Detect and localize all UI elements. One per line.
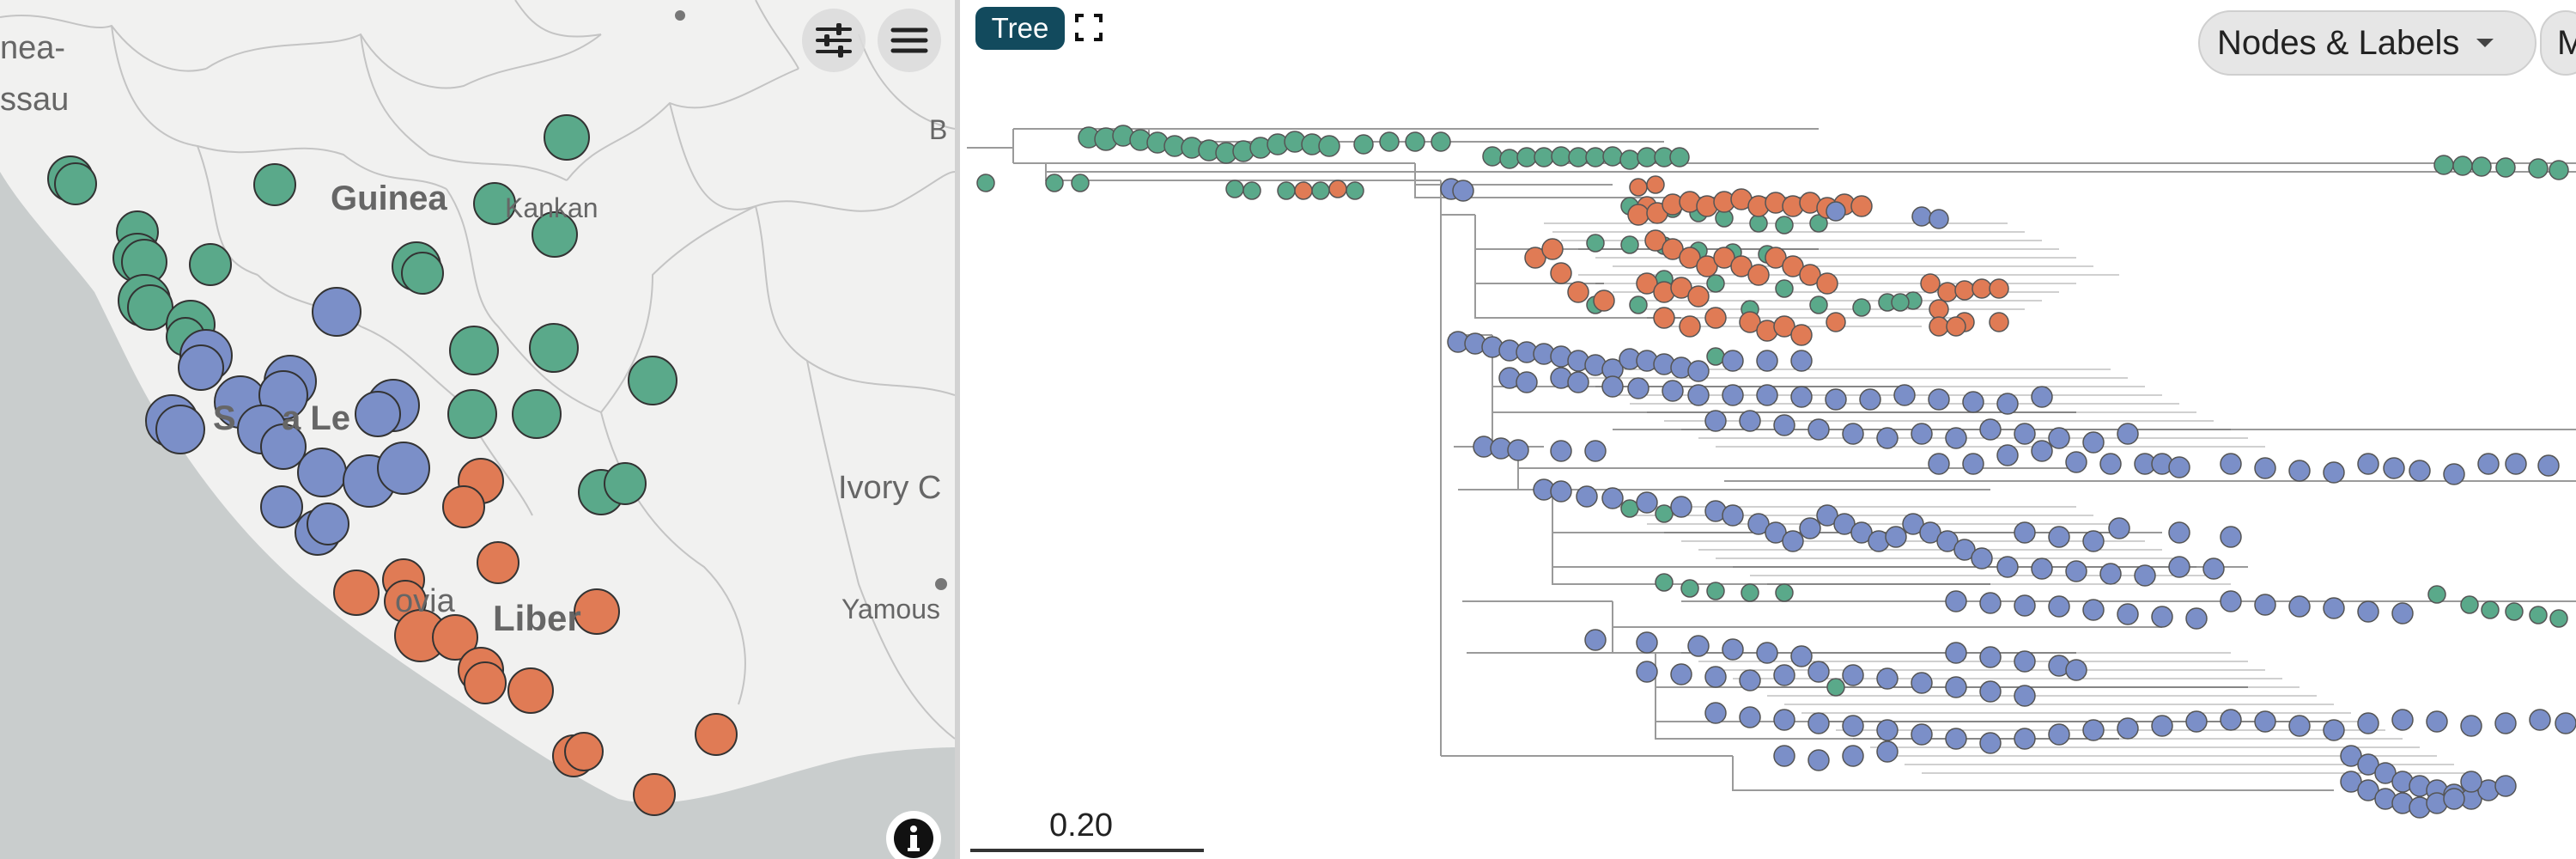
scale-bar [970, 849, 1204, 852]
label-kankan: Kankan [505, 192, 598, 223]
label-sierra-leone-part1: S [213, 399, 236, 437]
label-liberia: Liber [493, 598, 581, 638]
city-dot [675, 10, 685, 21]
label-guinea-bissau-line1: nea- [0, 30, 65, 66]
expand-button[interactable] [1073, 12, 1104, 43]
label-monrovia: ovia [395, 583, 456, 619]
tree-tips [976, 125, 2576, 819]
map-panel[interactable]: nea- ssau Guinea Kankan S a Le Ivory C Y… [0, 0, 955, 859]
info-icon [894, 819, 933, 858]
expand-icon [1075, 14, 1103, 41]
map-info-button[interactable] [886, 811, 941, 859]
tree-tab[interactable]: Tree [975, 7, 1065, 50]
label-guinea-bissau-line2: ssau [0, 82, 69, 118]
label-ivory-coast: Ivory C [838, 470, 941, 506]
tree-branches [967, 128, 2576, 791]
label-yamoussoukro: Yamous [841, 594, 940, 624]
label-guinea: Guinea [331, 180, 447, 217]
hamburger-menu-icon [890, 27, 928, 53]
chevron-down-icon [2476, 39, 2494, 47]
label-sierra-leone-part2: a Le [282, 399, 350, 437]
scale-bar-label: 0.20 [1049, 807, 1113, 844]
phylogenetic-tree[interactable] [960, 0, 2576, 859]
map-canvas[interactable]: nea- ssau Guinea Kankan S a Le Ivory C Y… [0, 0, 955, 859]
tree-panel[interactable]: Tree Nodes & Labels M 0.20 [960, 0, 2576, 859]
map-settings-button[interactable] [802, 9, 866, 72]
sliders-icon [816, 23, 852, 58]
label-edge-b: B [929, 114, 947, 145]
city-dot [935, 578, 947, 590]
next-control-label: M [2557, 24, 2576, 63]
next-control-button[interactable]: M [2540, 10, 2576, 76]
nodes-labels-dropdown-label: Nodes & Labels [2217, 23, 2460, 62]
map-menu-button[interactable] [878, 9, 941, 72]
nodes-labels-dropdown[interactable]: Nodes & Labels [2198, 10, 2537, 76]
